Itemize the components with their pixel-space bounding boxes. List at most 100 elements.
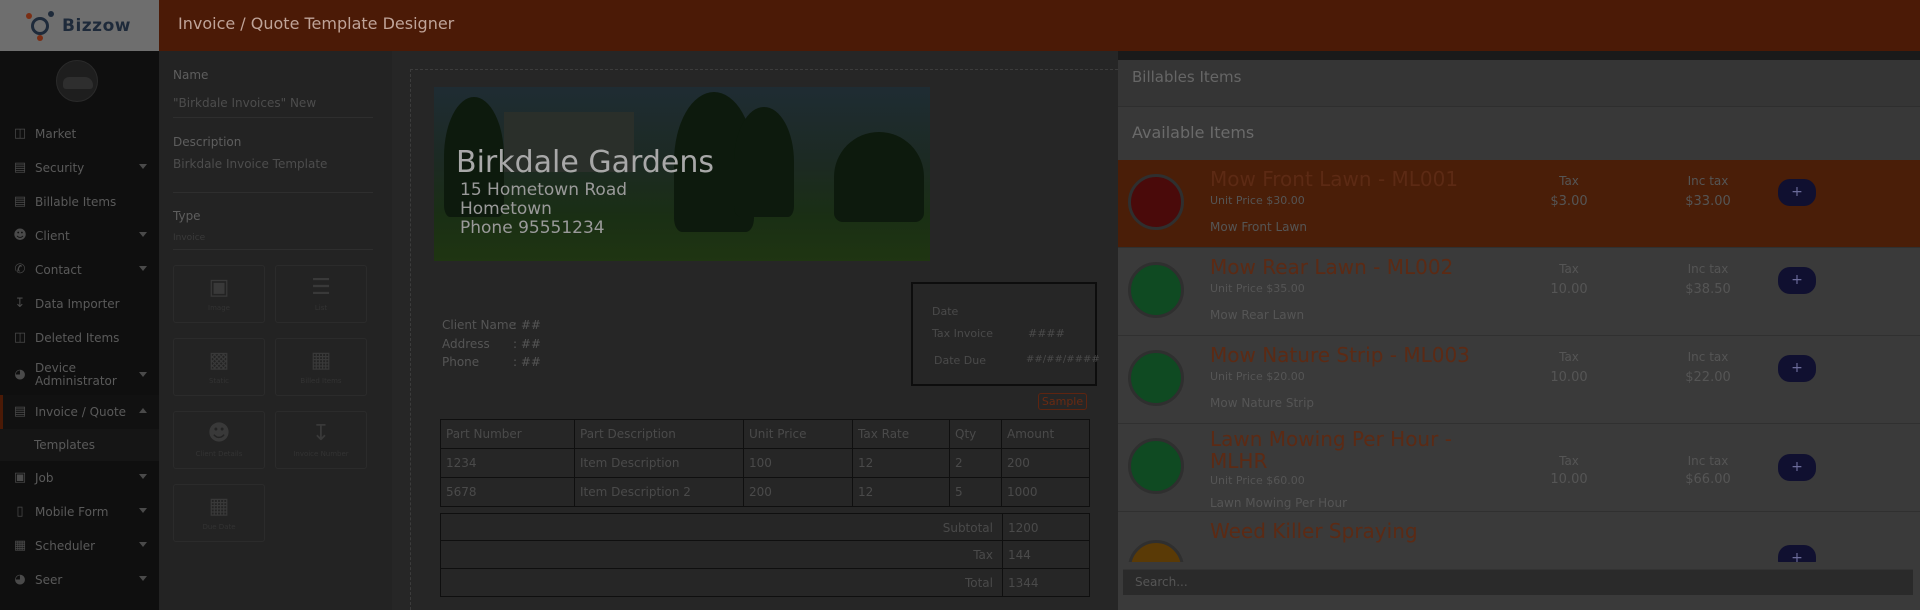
tool-billed-items[interactable]: ▦ Billed Items <box>275 338 367 396</box>
avatar[interactable] <box>56 60 98 102</box>
sidebar-item-label: Deleted Items <box>35 331 120 345</box>
item-unit-price: Unit Price $20.00 <box>1210 370 1305 383</box>
lock-icon: ▤ <box>13 160 27 175</box>
sidebar-item-data-importer[interactable]: ↧ Data Importer <box>0 287 159 321</box>
chevron-down-icon <box>139 266 147 271</box>
sidebar-item-security[interactable]: ▤ Security <box>0 151 159 185</box>
tool-label: Due Date <box>202 523 236 531</box>
users-icon: ☻ <box>13 228 27 243</box>
billable-item[interactable]: Mow Front Lawn - ML001 Unit Price $30.00… <box>1118 160 1920 248</box>
date-box[interactable]: Date Tax Invoice #### Date Due ##/##/###… <box>911 282 1100 386</box>
sample-badge: Sample <box>1038 393 1087 410</box>
tool-list[interactable]: ☰ List <box>275 265 367 323</box>
add-item-button[interactable]: + <box>1778 267 1816 294</box>
sidebar-item-invoice-quote[interactable]: ▤ Invoice / Quote <box>0 395 159 429</box>
add-item-button[interactable]: + <box>1778 355 1816 382</box>
tool-invoice-number[interactable]: ↧ Invoice Number <box>275 411 367 469</box>
sidebar-item-label: Security <box>35 161 85 175</box>
sidebar-item-label: Mobile Form <box>35 505 109 519</box>
sidebar-item-market[interactable]: ◫ Market <box>0 117 159 151</box>
subtotal-label: Subtotal <box>942 521 993 535</box>
top-bar: Bizzow Invoice / Quote Template Designer <box>0 0 1920 51</box>
person-icon: ☻ <box>207 421 231 446</box>
tool-static[interactable]: ▩ Static <box>173 338 265 396</box>
sidebar-item-device-administrator[interactable]: ◕ Device Administrator <box>0 355 159 395</box>
sidebar-item-job[interactable]: ▣ Job <box>0 461 159 495</box>
logo-icon <box>26 10 56 41</box>
table-cell: 100 <box>743 448 853 478</box>
sidebar-subitem-templates[interactable]: Templates <box>0 429 159 461</box>
banner-image[interactable]: Birkdale Gardens 15 Hometown Road Hometo… <box>434 87 930 261</box>
tool-due-date[interactable]: ▦ Due Date <box>173 484 265 542</box>
chevron-up-icon <box>139 408 147 413</box>
item-name: Mow Front Lawn - ML001 <box>1210 167 1459 191</box>
add-item-button[interactable]: + <box>1778 454 1816 481</box>
sidebar-item-seer[interactable]: ◕ Seer <box>0 563 159 597</box>
image-icon: ▣ <box>208 275 230 300</box>
client-phone-value: : ## <box>513 355 541 369</box>
item-logo-icon <box>1128 262 1184 318</box>
totals-block[interactable]: Subtotal 1200 Tax 144 Total 1344 <box>440 513 1090 597</box>
tool-label: Billed Items <box>300 377 342 385</box>
item-tax-value: 10.00 <box>1550 370 1588 385</box>
logo[interactable]: Bizzow <box>0 0 159 51</box>
client-name-value: : ## <box>513 318 541 332</box>
total-row: Total 1344 <box>440 569 1090 597</box>
tool-label: List <box>314 304 328 312</box>
search-input[interactable]: Search... <box>1123 569 1913 595</box>
sidebar-item-label: Seer <box>35 573 63 587</box>
tool-client-details[interactable]: ☻ Client Details <box>173 411 265 469</box>
sidebar-item-mobile-form[interactable]: ▯ Mobile Form <box>0 495 159 529</box>
shopping-bag-icon: ◫ <box>13 126 27 141</box>
billable-item[interactable]: Weed Killer Spraying + <box>1118 512 1920 562</box>
table-row: 5678 Item Description 2 200 12 5 1000 <box>440 477 1090 507</box>
item-inc-tax-value: $66.00 <box>1685 472 1731 487</box>
tool-label: Static <box>208 377 229 385</box>
total-value: 1344 <box>1002 569 1044 596</box>
sidebar-item-billable-items[interactable]: ▤ Billable Items <box>0 185 159 219</box>
sidebar-item-scheduler[interactable]: ▦ Scheduler <box>0 529 159 563</box>
type-underline <box>173 249 373 250</box>
add-item-button[interactable]: + <box>1778 179 1816 206</box>
add-item-button[interactable]: + <box>1778 545 1816 562</box>
receipt-icon: ▤ <box>13 194 27 209</box>
table-header: Part Description <box>574 419 744 449</box>
calendar-icon: ▦ <box>13 538 27 553</box>
billable-item[interactable]: Mow Rear Lawn - ML002 Unit Price $35.00 … <box>1118 248 1920 336</box>
sidebar-item-label: Market <box>35 127 77 141</box>
subtotal-row: Subtotal 1200 <box>440 513 1090 541</box>
table-header-row: Part Number Part Description Unit Price … <box>440 419 1090 449</box>
item-inc-tax-label: Inc tax <box>1687 262 1729 276</box>
chevron-down-icon <box>139 542 147 547</box>
banner-address: 15 Hometown Road <box>460 180 628 200</box>
sidebar-nav: ◫ Market ▤ Security ▤ Billable Items ☻ C… <box>0 117 159 597</box>
name-field[interactable]: "Birkdale Invoices" New <box>173 96 316 110</box>
sidebar-item-contact[interactable]: ✆ Contact <box>0 253 159 287</box>
billable-item[interactable]: Mow Nature Strip - ML003 Unit Price $20.… <box>1118 336 1920 424</box>
table-cell: Item Description 2 <box>574 477 744 507</box>
table-header: Amount <box>1001 419 1090 449</box>
sidebar-item-client[interactable]: ☻ Client <box>0 219 159 253</box>
client-address-value: : ## <box>513 337 541 351</box>
table-cell: 1000 <box>1001 477 1090 507</box>
subtotal-value: 1200 <box>1002 514 1044 540</box>
table-cell: 12 <box>852 477 950 507</box>
billable-item[interactable]: Lawn Mowing Per Hour - MLHR Unit Price $… <box>1118 424 1920 512</box>
billed-items-table[interactable]: Part Number Part Description Unit Price … <box>440 419 1090 507</box>
item-unit-price: Unit Price $35.00 <box>1210 282 1305 295</box>
import-icon: ↧ <box>14 296 26 311</box>
sidebar-item-deleted-items[interactable]: ◫ Deleted Items <box>0 321 159 355</box>
table-cell: Item Description <box>574 448 744 478</box>
item-inc-tax-value: $22.00 <box>1685 370 1731 385</box>
briefcase-icon: ▣ <box>13 470 27 485</box>
tool-image[interactable]: ▣ Image <box>173 265 265 323</box>
type-select[interactable]: Invoice <box>173 233 205 243</box>
item-tax-label: Tax <box>1559 174 1579 188</box>
tax-invoice-label: Tax Invoice <box>932 327 993 340</box>
tax-value: 144 <box>1002 541 1036 568</box>
item-description: Lawn Mowing Per Hour <box>1210 496 1347 510</box>
item-description: Mow Front Lawn <box>1210 220 1307 234</box>
client-name-label: Client Name <box>442 318 516 332</box>
table-cell: 12 <box>852 448 950 478</box>
description-field[interactable]: Birkdale Invoice Template <box>173 157 327 171</box>
